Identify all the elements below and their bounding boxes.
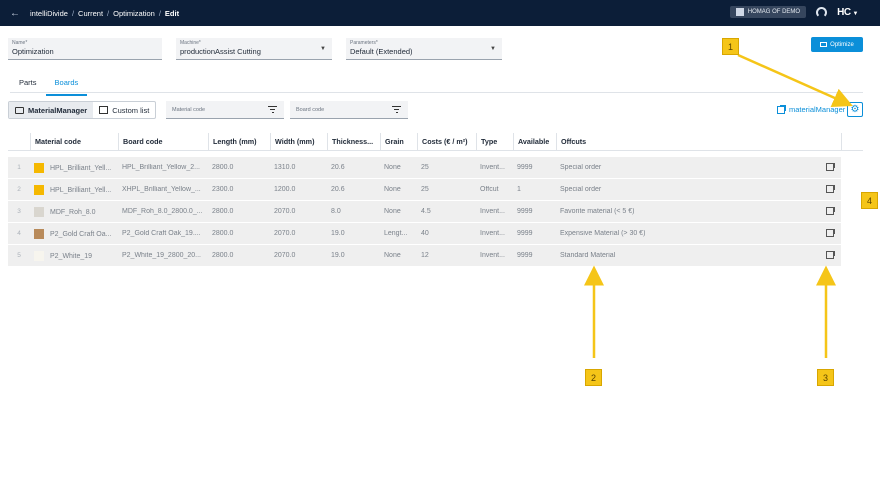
annotation-badge: 1 — [722, 38, 739, 55]
annotation-badge: 4 — [861, 192, 878, 209]
annotation-layer — [584, 53, 853, 358]
annotation-arrow — [737, 53, 853, 108]
annotation-badge: 2 — [585, 369, 602, 386]
annotation-badge: 3 — [817, 369, 834, 386]
